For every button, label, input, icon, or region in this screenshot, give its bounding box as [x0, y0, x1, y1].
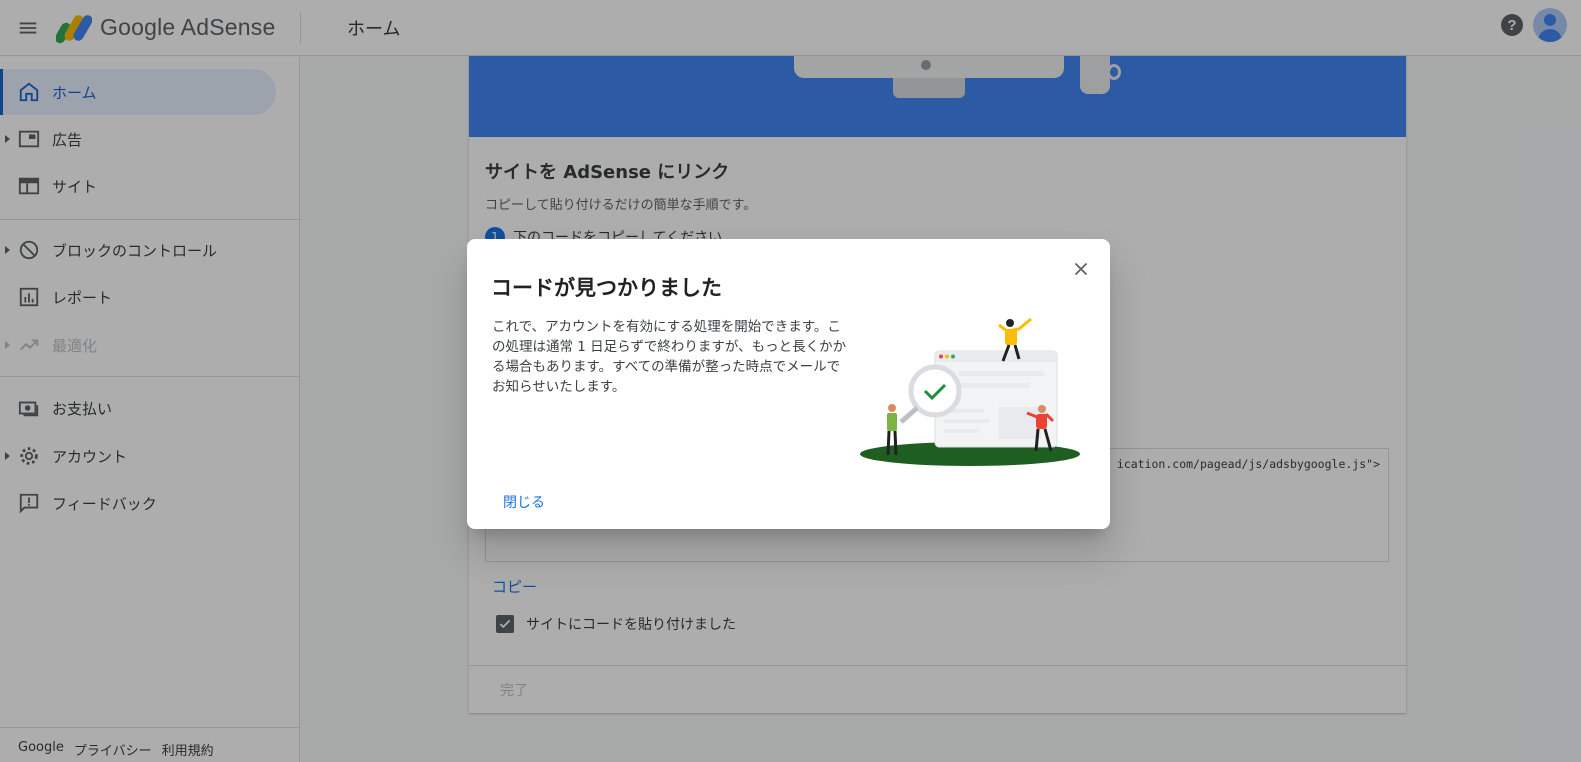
success-illustration: [860, 317, 1080, 466]
close-icon[interactable]: [1070, 258, 1092, 280]
dialog-title: コードが見つかりました: [491, 276, 722, 300]
dialog-body: これで、アカウントを有効にする処理を開始できます。この処理は通常 1 日足らずで…: [492, 319, 847, 395]
code-found-dialog: コードが見つかりました これで、アカウントを有効にする処理を開始できます。この処…: [467, 239, 1110, 529]
dialog-close-button[interactable]: 閉じる: [503, 492, 545, 512]
